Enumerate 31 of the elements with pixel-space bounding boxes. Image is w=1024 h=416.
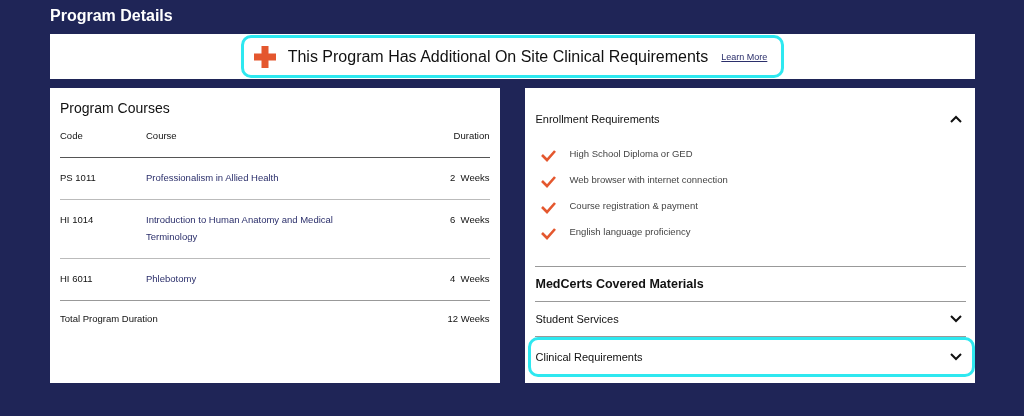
course-code: HI 1014 — [60, 214, 95, 227]
course-duration: 6 Weeks — [450, 214, 490, 227]
page-title: Program Details — [50, 6, 174, 26]
check-icon — [539, 148, 556, 162]
learn-more-link[interactable]: Learn More — [721, 51, 768, 62]
requirement-text: Course registration & payment — [569, 199, 698, 211]
total-label: Total Program Duration — [60, 313, 159, 324]
column-header: Duration — [453, 130, 490, 143]
check-icon — [539, 200, 556, 214]
check-icon — [539, 174, 556, 188]
course-code: PS 1011 — [60, 172, 97, 185]
banner-text: This Program Has Additional On Site Clinical Requirements — [287, 47, 709, 66]
column-header: Code — [60, 130, 84, 143]
requirement-text: High School Diploma or GED — [569, 147, 693, 159]
check-icon — [539, 226, 556, 240]
accordion-header[interactable]: Clinical Requirements — [535, 351, 643, 363]
panel-title: Program Courses — [60, 100, 171, 116]
column-header: Course — [146, 129, 178, 143]
course-link[interactable]: Introduction to Human Anatomy and Medical Terminology — [146, 211, 451, 245]
course-code: HI 6011 — [60, 273, 94, 286]
accordion-header[interactable]: Enrollment Requirements — [535, 113, 660, 125]
course-link[interactable]: Professionalism in Allied Health — [146, 169, 451, 186]
requirement-text: English language proficiency — [569, 225, 691, 237]
course-duration: 4 Weeks — [450, 273, 490, 286]
section-title: MedCerts Covered Materials — [535, 277, 704, 291]
requirement-text: Web browser with internet connection — [569, 173, 728, 185]
course-duration: 2 Weeks — [450, 172, 490, 185]
accordion-header[interactable]: Student Services — [535, 313, 619, 325]
total-duration: 12 Weeks — [447, 313, 490, 324]
course-link[interactable]: Phlebotomy — [146, 270, 451, 287]
plus-icon — [253, 45, 276, 68]
